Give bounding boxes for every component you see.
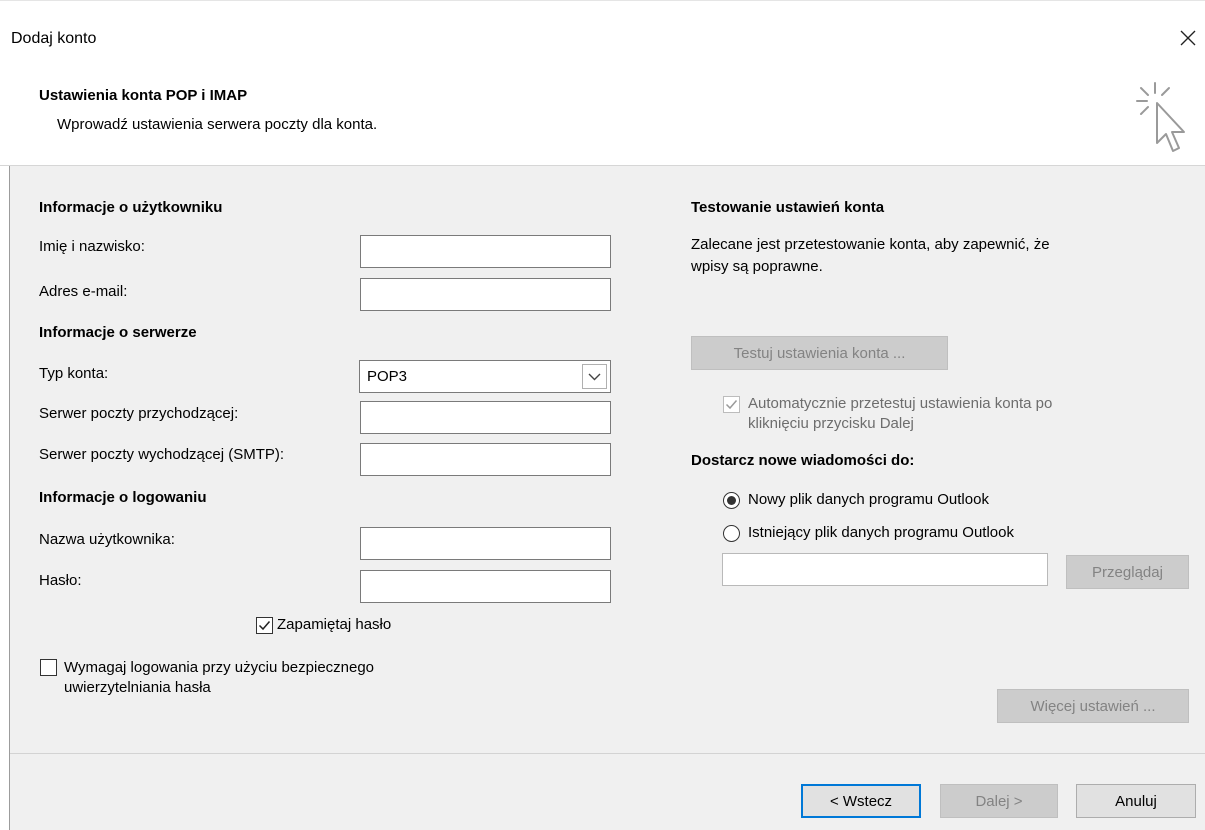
new-data-file-radio[interactable] [723, 492, 740, 509]
auto-test-label[interactable]: Automatycznie przetestuj ustawienia kont… [748, 393, 1052, 435]
auto-test-label-line2: kliknięciu przycisku Dalej [748, 415, 914, 432]
title-bar: Dodaj konto [0, 18, 1205, 66]
cursor-click-icon [1136, 82, 1185, 152]
secure-password-auth-label[interactable]: Wymagaj logowania przy użyciu bezpieczne… [64, 657, 374, 699]
name-label: Imię i nazwisko: [39, 238, 145, 255]
auto-test-checkbox[interactable] [723, 396, 740, 413]
password-input[interactable] [360, 570, 611, 603]
secure-password-auth-label-line2: uwierzytelniania hasła [64, 679, 211, 696]
test-description-line1: Zalecane jest przetestowanie konta, aby … [691, 236, 1050, 253]
close-button[interactable] [1170, 22, 1204, 56]
incoming-server-input[interactable] [360, 401, 611, 434]
close-icon [1180, 30, 1196, 46]
email-input[interactable] [360, 278, 611, 311]
existing-data-file-radio[interactable] [723, 525, 740, 542]
more-settings-button[interactable]: Więcej ustawień ... [997, 689, 1189, 723]
radio-selected-dot [727, 496, 736, 505]
page-subtitle: Wprowadź ustawienia serwera poczty dla k… [57, 116, 378, 133]
auto-test-label-line1: Automatycznie przetestuj ustawienia kont… [748, 395, 1053, 412]
username-label: Nazwa użytkownika: [39, 531, 175, 548]
existing-data-file-label[interactable]: Istniejący plik danych programu Outlook [748, 524, 1014, 541]
dropdown-arrow-button[interactable] [582, 364, 607, 389]
chevron-down-icon [588, 373, 601, 381]
back-button[interactable]: < Wstecz [801, 784, 921, 818]
test-account-settings-button[interactable]: Testuj ustawienia konta ... [691, 336, 948, 370]
email-label: Adres e-mail: [39, 283, 128, 300]
test-description-line2: wpisy są poprawne. [691, 258, 823, 275]
username-input[interactable] [360, 527, 611, 560]
delivery-section-title: Dostarcz nowe wiadomości do: [691, 452, 915, 469]
user-info-section-title: Informacje o użytkowniku [39, 199, 223, 216]
page-title: Ustawienia konta POP i IMAP [39, 87, 248, 104]
remember-password-checkbox[interactable] [256, 617, 273, 634]
account-type-label: Typ konta: [39, 365, 109, 382]
add-account-dialog: Dodaj konto Ustawienia konta POP i IMAP … [0, 0, 1205, 830]
test-section-title: Testowanie ustawień konta [691, 199, 885, 216]
account-type-value: POP3 [367, 368, 408, 385]
test-description: Zalecane jest przetestowanie konta, aby … [691, 234, 1050, 278]
remember-password-label[interactable]: Zapamiętaj hasło [277, 616, 391, 633]
existing-data-file-path-input[interactable] [722, 553, 1048, 586]
login-info-section-title: Informacje o logowaniu [39, 489, 207, 506]
next-button[interactable]: Dalej > [940, 784, 1058, 818]
secure-password-auth-label-line1: Wymagaj logowania przy użyciu bezpieczne… [64, 659, 375, 676]
window-top-edge [0, 0, 1205, 1]
browse-button[interactable]: Przeglądaj [1066, 555, 1189, 589]
account-type-select[interactable]: POP3 [359, 360, 611, 393]
checkmark-icon [725, 400, 738, 410]
secure-password-auth-checkbox[interactable] [40, 659, 57, 676]
incoming-server-label: Serwer poczty przychodzącej: [39, 405, 239, 422]
cancel-button[interactable]: Anuluj [1076, 784, 1196, 818]
new-data-file-label[interactable]: Nowy plik danych programu Outlook [748, 491, 989, 508]
password-label: Hasło: [39, 572, 82, 589]
outgoing-server-input[interactable] [360, 443, 611, 476]
name-input[interactable] [360, 235, 611, 268]
window-title: Dodaj konto [11, 30, 97, 47]
server-info-section-title: Informacje o serwerze [39, 324, 197, 341]
outgoing-server-label: Serwer poczty wychodzącej (SMTP): [39, 446, 285, 463]
checkmark-icon [258, 621, 271, 631]
